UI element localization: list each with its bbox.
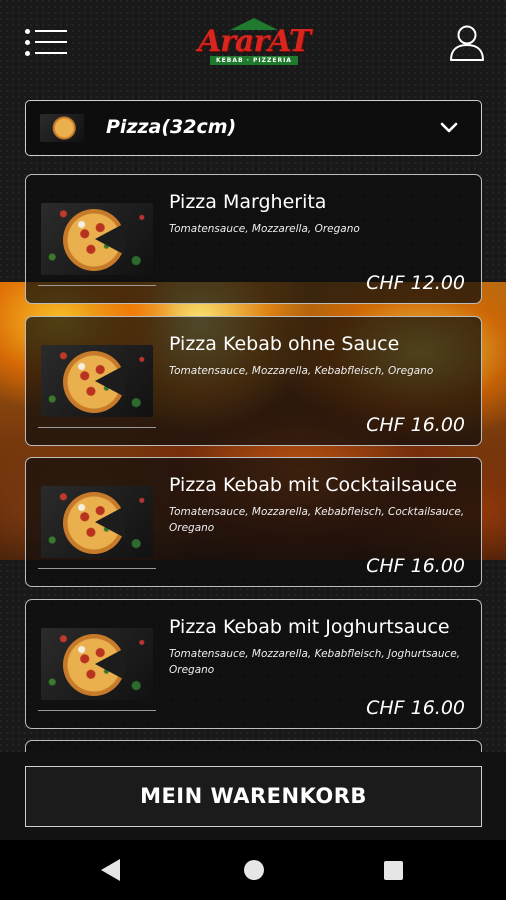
product-card[interactable]: Pizza Margherita Tomatensauce, Mozzarell…	[25, 174, 482, 304]
product-card[interactable]: Pizza Kebab mit Cocktailsauce Tomatensau…	[25, 457, 482, 587]
image-underline	[38, 427, 156, 428]
product-image	[41, 486, 153, 558]
app-header: ArarAT KEBAB · PIZZERIA	[0, 0, 506, 88]
product-card-partial[interactable]	[25, 740, 482, 752]
recent-apps-icon[interactable]	[384, 861, 403, 880]
product-image	[41, 628, 153, 700]
product-description: Tomatensauce, Mozzarella, Kebabfleisch, …	[169, 648, 461, 676]
cart-bar: MEIN WARENKORB	[0, 752, 506, 840]
app-screen: ArarAT KEBAB · PIZZERIA Pizza(32cm) Pizz…	[0, 0, 506, 840]
logo-subtitle: KEBAB · PIZZERIA	[210, 56, 298, 65]
product-card[interactable]: Pizza Kebab mit Joghurtsauce Tomatensauc…	[25, 599, 482, 729]
product-name: Pizza Kebab mit Cocktailsauce	[169, 474, 457, 496]
category-pizza-thumbnail	[40, 114, 84, 142]
cart-button[interactable]: MEIN WARENKORB	[25, 766, 482, 827]
product-description: Tomatensauce, Mozzarella, Kebabfleisch, …	[169, 365, 434, 377]
category-select[interactable]: Pizza(32cm)	[25, 100, 482, 156]
menu-icon[interactable]	[25, 28, 67, 58]
product-image	[41, 203, 153, 275]
product-name: Pizza Kebab mit Joghurtsauce	[169, 616, 450, 638]
user-icon[interactable]	[449, 24, 485, 62]
back-icon[interactable]	[101, 859, 120, 881]
product-name: Pizza Margherita	[169, 191, 327, 213]
chevron-down-icon	[440, 122, 458, 133]
product-price: CHF 16.00	[366, 414, 465, 436]
image-underline	[38, 710, 156, 711]
product-description: Tomatensauce, Mozzarella, Kebabfleisch, …	[169, 506, 465, 534]
product-image	[41, 345, 153, 417]
category-selected-label: Pizza(32cm)	[106, 116, 237, 138]
image-underline	[38, 285, 156, 286]
ararat-logo: ArarAT KEBAB · PIZZERIA	[190, 18, 318, 68]
home-icon[interactable]	[244, 860, 264, 880]
image-underline	[38, 568, 156, 569]
product-description: Tomatensauce, Mozzarella, Oregano	[169, 223, 360, 235]
product-price: CHF 16.00	[366, 555, 465, 577]
product-list[interactable]: Pizza Margherita Tomatensauce, Mozzarell…	[0, 172, 506, 752]
product-price: CHF 16.00	[366, 697, 465, 719]
logo-wordmark: ArarAT	[197, 24, 311, 59]
product-card[interactable]: Pizza Kebab ohne Sauce Tomatensauce, Moz…	[25, 316, 482, 446]
product-name: Pizza Kebab ohne Sauce	[169, 333, 400, 355]
product-price: CHF 12.00	[366, 272, 465, 294]
cart-button-label: MEIN WARENKORB	[140, 784, 367, 808]
